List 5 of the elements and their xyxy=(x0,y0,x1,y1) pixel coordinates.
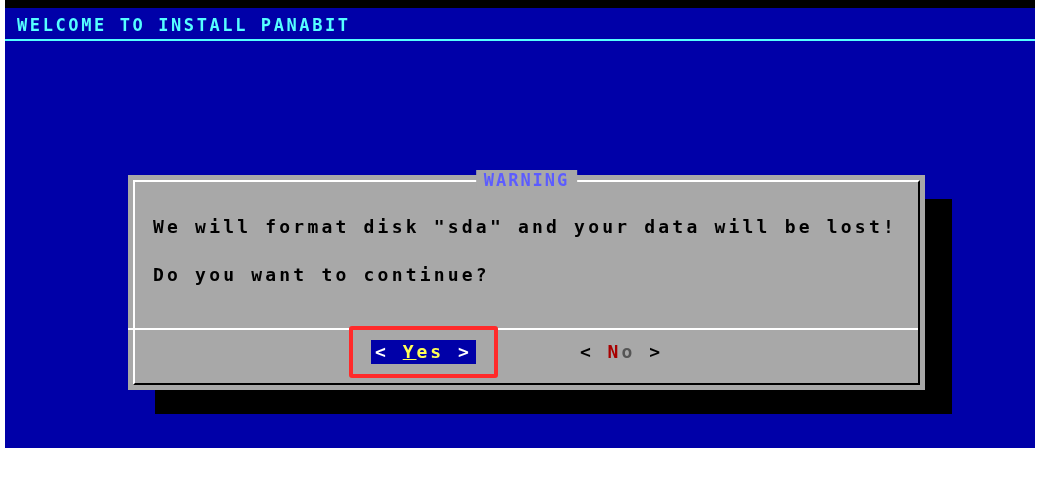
message-text: We will format disk "sda" and your data will be lost! xyxy=(153,216,898,238)
dialog-button[interactable]: < N o > xyxy=(575,340,667,364)
dialog-button[interactable]: < Yes > xyxy=(371,340,476,364)
screen-title: WELCOME TO INSTALL PANABIT xyxy=(5,8,1035,41)
message-text: Do you want to continue? xyxy=(153,264,491,286)
